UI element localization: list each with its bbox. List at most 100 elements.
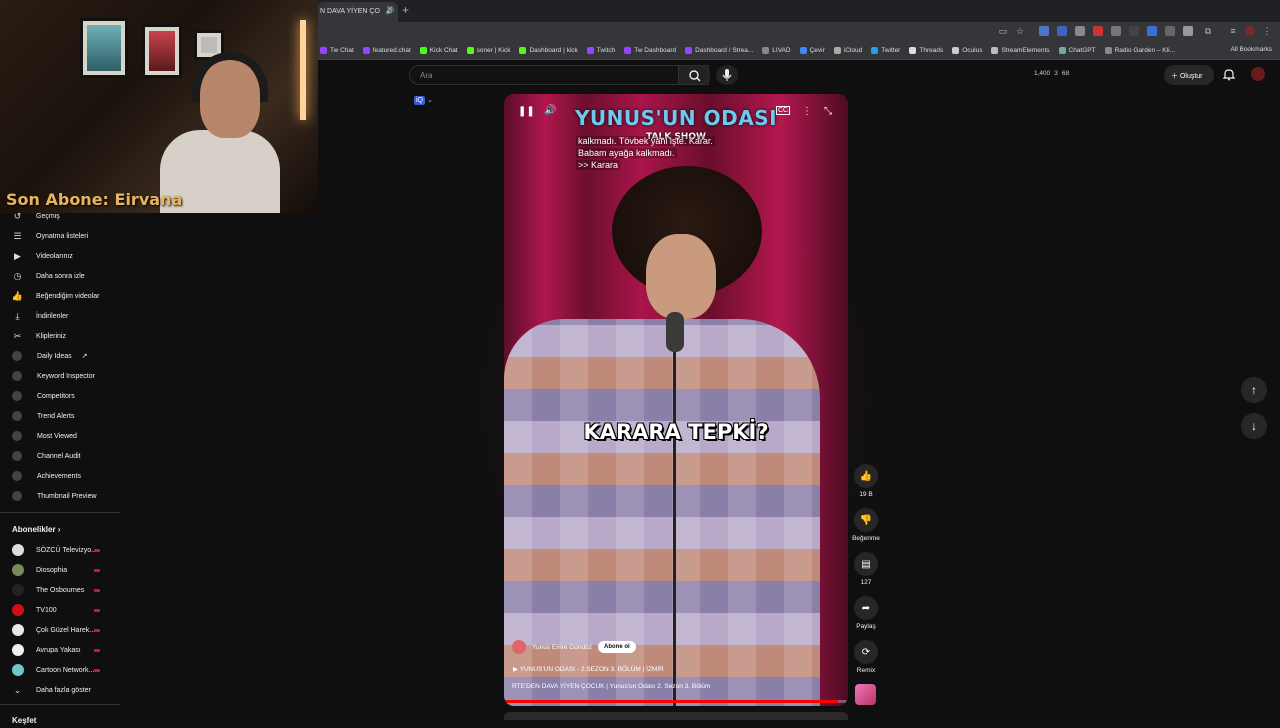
sidebar-item[interactable]: Competitors bbox=[12, 388, 75, 404]
sidebar-item[interactable]: Keyword Inspector bbox=[12, 368, 95, 384]
sidebar-item[interactable]: 👍 Beğendiğim videolar bbox=[12, 288, 100, 304]
subscription-label: Cartoon Network... bbox=[36, 666, 95, 674]
share-button[interactable]: ➦ bbox=[854, 596, 878, 620]
cast-icon[interactable]: ▭ bbox=[998, 26, 1008, 36]
bookmark-item[interactable]: ChatGPT bbox=[1058, 47, 1096, 54]
bookmark-item[interactable]: Twitch bbox=[586, 47, 615, 54]
sidebar-item[interactable]: Most Viewed bbox=[12, 428, 77, 444]
sidebar-item[interactable]: Daily Ideas ↗ bbox=[12, 348, 88, 364]
ext-icon bbox=[12, 471, 22, 481]
subscription-item[interactable]: Avrupa Yakası bbox=[12, 642, 81, 658]
create-button[interactable]: ＋ Oluştur bbox=[1164, 65, 1214, 85]
star-icon[interactable]: ☆ bbox=[1015, 26, 1025, 36]
account-avatar[interactable] bbox=[1251, 67, 1265, 81]
profile-icon[interactable] bbox=[1245, 26, 1255, 36]
video-controls: ❚❚ 🔊 CC ⋮ ⤡ bbox=[518, 105, 834, 120]
sidebar-item[interactable]: Thumbnail Preview bbox=[12, 488, 97, 504]
remix-button[interactable]: ⟳ bbox=[854, 640, 878, 664]
bookmark-label: Threads bbox=[919, 47, 944, 54]
sidebar-item-label: Channel Audit bbox=[37, 452, 81, 460]
puzzle-icon[interactable]: ⧉ bbox=[1203, 26, 1213, 36]
previous-short-button[interactable]: ↑ bbox=[1241, 377, 1267, 403]
mic-icon bbox=[722, 69, 732, 81]
sidebar-icon[interactable]: ≡ bbox=[1228, 26, 1238, 36]
bookmark-item[interactable]: Twitter bbox=[871, 47, 900, 54]
bookmark-item[interactable]: Oculus bbox=[952, 47, 982, 54]
comments-button[interactable]: ▤ bbox=[854, 552, 878, 576]
extension-icon[interactable] bbox=[1165, 26, 1175, 36]
video-title[interactable]: RTE'DEN DAVA YİYEN ÇOCUK | Yunus'un Odas… bbox=[512, 683, 710, 690]
captions-icon[interactable]: CC bbox=[776, 106, 791, 115]
sound-thumbnail[interactable] bbox=[855, 684, 876, 705]
sidebar-item[interactable]: Achievements bbox=[12, 468, 81, 484]
extension-icon[interactable] bbox=[1183, 26, 1193, 36]
new-tab-icon[interactable]: + bbox=[402, 3, 409, 17]
dislike-button[interactable]: 👎 bbox=[854, 508, 878, 532]
pause-icon[interactable]: ❚❚ bbox=[518, 106, 535, 117]
sidebar-item[interactable]: ◷ Daha sonra izle bbox=[12, 268, 85, 284]
bookmark-item[interactable]: Kick Chat bbox=[419, 47, 458, 54]
extension-icon[interactable] bbox=[1075, 26, 1085, 36]
bookmark-item[interactable]: StreamElements bbox=[991, 47, 1050, 54]
volume-icon[interactable]: 🔊 bbox=[544, 105, 556, 116]
bookmark-item[interactable]: Çevir bbox=[799, 47, 825, 54]
next-short-button[interactable]: ↓ bbox=[1241, 413, 1267, 439]
playlist-link[interactable]: ▶ YUNUS'UN ODASI - 2.SEZON 3. BÖLÜM | İZ… bbox=[513, 665, 664, 673]
bookmark-item[interactable]: featured.chat bbox=[362, 47, 411, 54]
sidebar-item[interactable]: ☰ Oynatma listeleri bbox=[12, 228, 88, 244]
menu-icon[interactable]: ⋮ bbox=[1262, 26, 1272, 36]
search-button[interactable] bbox=[678, 65, 710, 85]
share-label: Paylaş bbox=[856, 623, 876, 630]
live-indicator-icon bbox=[94, 589, 100, 592]
subscriptions-heading[interactable]: Abonelikler › bbox=[12, 525, 60, 534]
subscription-item[interactable]: The Osbournes bbox=[12, 582, 84, 598]
sidebar-item[interactable]: ▶ Videolarınız bbox=[12, 248, 73, 264]
extension-icon[interactable] bbox=[1039, 26, 1049, 36]
extension-icon[interactable] bbox=[1147, 26, 1157, 36]
ext-icon bbox=[12, 371, 22, 381]
bookmark-item[interactable]: Tw Dashboard bbox=[624, 47, 676, 54]
subscription-item[interactable]: SÖZCÜ Televizyo... bbox=[12, 542, 97, 558]
shorts-video-player[interactable]: YUNUS'UN ODASI TALK SHOW kalkmadı. Tövbe… bbox=[504, 94, 848, 706]
next-short-preview[interactable] bbox=[504, 712, 848, 720]
bookmark-item[interactable]: Dashboard | kick bbox=[519, 47, 578, 54]
like-button[interactable]: 👍 bbox=[854, 464, 878, 488]
subscription-item[interactable]: Cartoon Network... bbox=[12, 662, 94, 678]
sidebar-item[interactable]: Channel Audit bbox=[12, 448, 81, 464]
extension-icon[interactable] bbox=[1111, 26, 1121, 36]
extension-icon[interactable] bbox=[1093, 26, 1103, 36]
bookmark-item[interactable]: LIVAD bbox=[762, 47, 791, 54]
bookmark-item[interactable]: iCloud bbox=[833, 47, 862, 54]
sidebar-item[interactable]: ✂ Klipleriniz bbox=[12, 328, 66, 344]
progress-fill bbox=[504, 700, 838, 703]
sidebar-item[interactable]: Trend Alerts bbox=[12, 408, 74, 424]
subscription-item[interactable]: TV100 bbox=[12, 602, 57, 618]
channel-name[interactable]: Yunus Emre Gündüz bbox=[532, 644, 592, 651]
voice-search-button[interactable] bbox=[716, 65, 738, 85]
extension-icon[interactable] bbox=[1057, 26, 1067, 36]
progress-bar[interactable] bbox=[504, 700, 848, 703]
bookmark-label: soner | Kick bbox=[476, 47, 511, 54]
subscription-item[interactable]: Çok Güzel Harek... bbox=[12, 622, 95, 638]
subscribe-button[interactable]: Abone ol bbox=[597, 641, 636, 653]
bookmark-item[interactable]: Threads bbox=[909, 47, 943, 54]
bookmark-item[interactable]: Tw Chat bbox=[320, 47, 354, 54]
notifications-bell-icon[interactable] bbox=[1222, 67, 1236, 81]
bookmark-item[interactable]: Dashboard / Strea... bbox=[685, 47, 753, 54]
channel-avatar[interactable] bbox=[512, 640, 526, 654]
fullscreen-icon[interactable]: ⤡ bbox=[824, 106, 832, 117]
search-input[interactable]: Ara bbox=[409, 65, 709, 85]
more-options-icon[interactable]: ⋮ bbox=[802, 106, 812, 117]
stat-value: 68 bbox=[1061, 70, 1070, 77]
bookmark-item[interactable]: Radio Garden – Kli... bbox=[1104, 47, 1175, 54]
extension-icon[interactable] bbox=[1129, 26, 1139, 36]
bookmark-item[interactable]: soner | Kick bbox=[466, 47, 511, 54]
close-tab-icon[interactable]: ✕ bbox=[386, 4, 394, 15]
bookmark-icon bbox=[519, 47, 527, 54]
show-more-button[interactable]: ⌄ Daha fazla göster bbox=[12, 682, 91, 698]
sidebar-item[interactable]: ⤓ İndirilenler bbox=[12, 308, 69, 324]
ext-icon bbox=[12, 431, 22, 441]
all-bookmarks-button[interactable]: All Bookmarks bbox=[1230, 46, 1272, 53]
channel-avatar bbox=[12, 564, 24, 576]
subscription-item[interactable]: Diosophia bbox=[12, 562, 67, 578]
